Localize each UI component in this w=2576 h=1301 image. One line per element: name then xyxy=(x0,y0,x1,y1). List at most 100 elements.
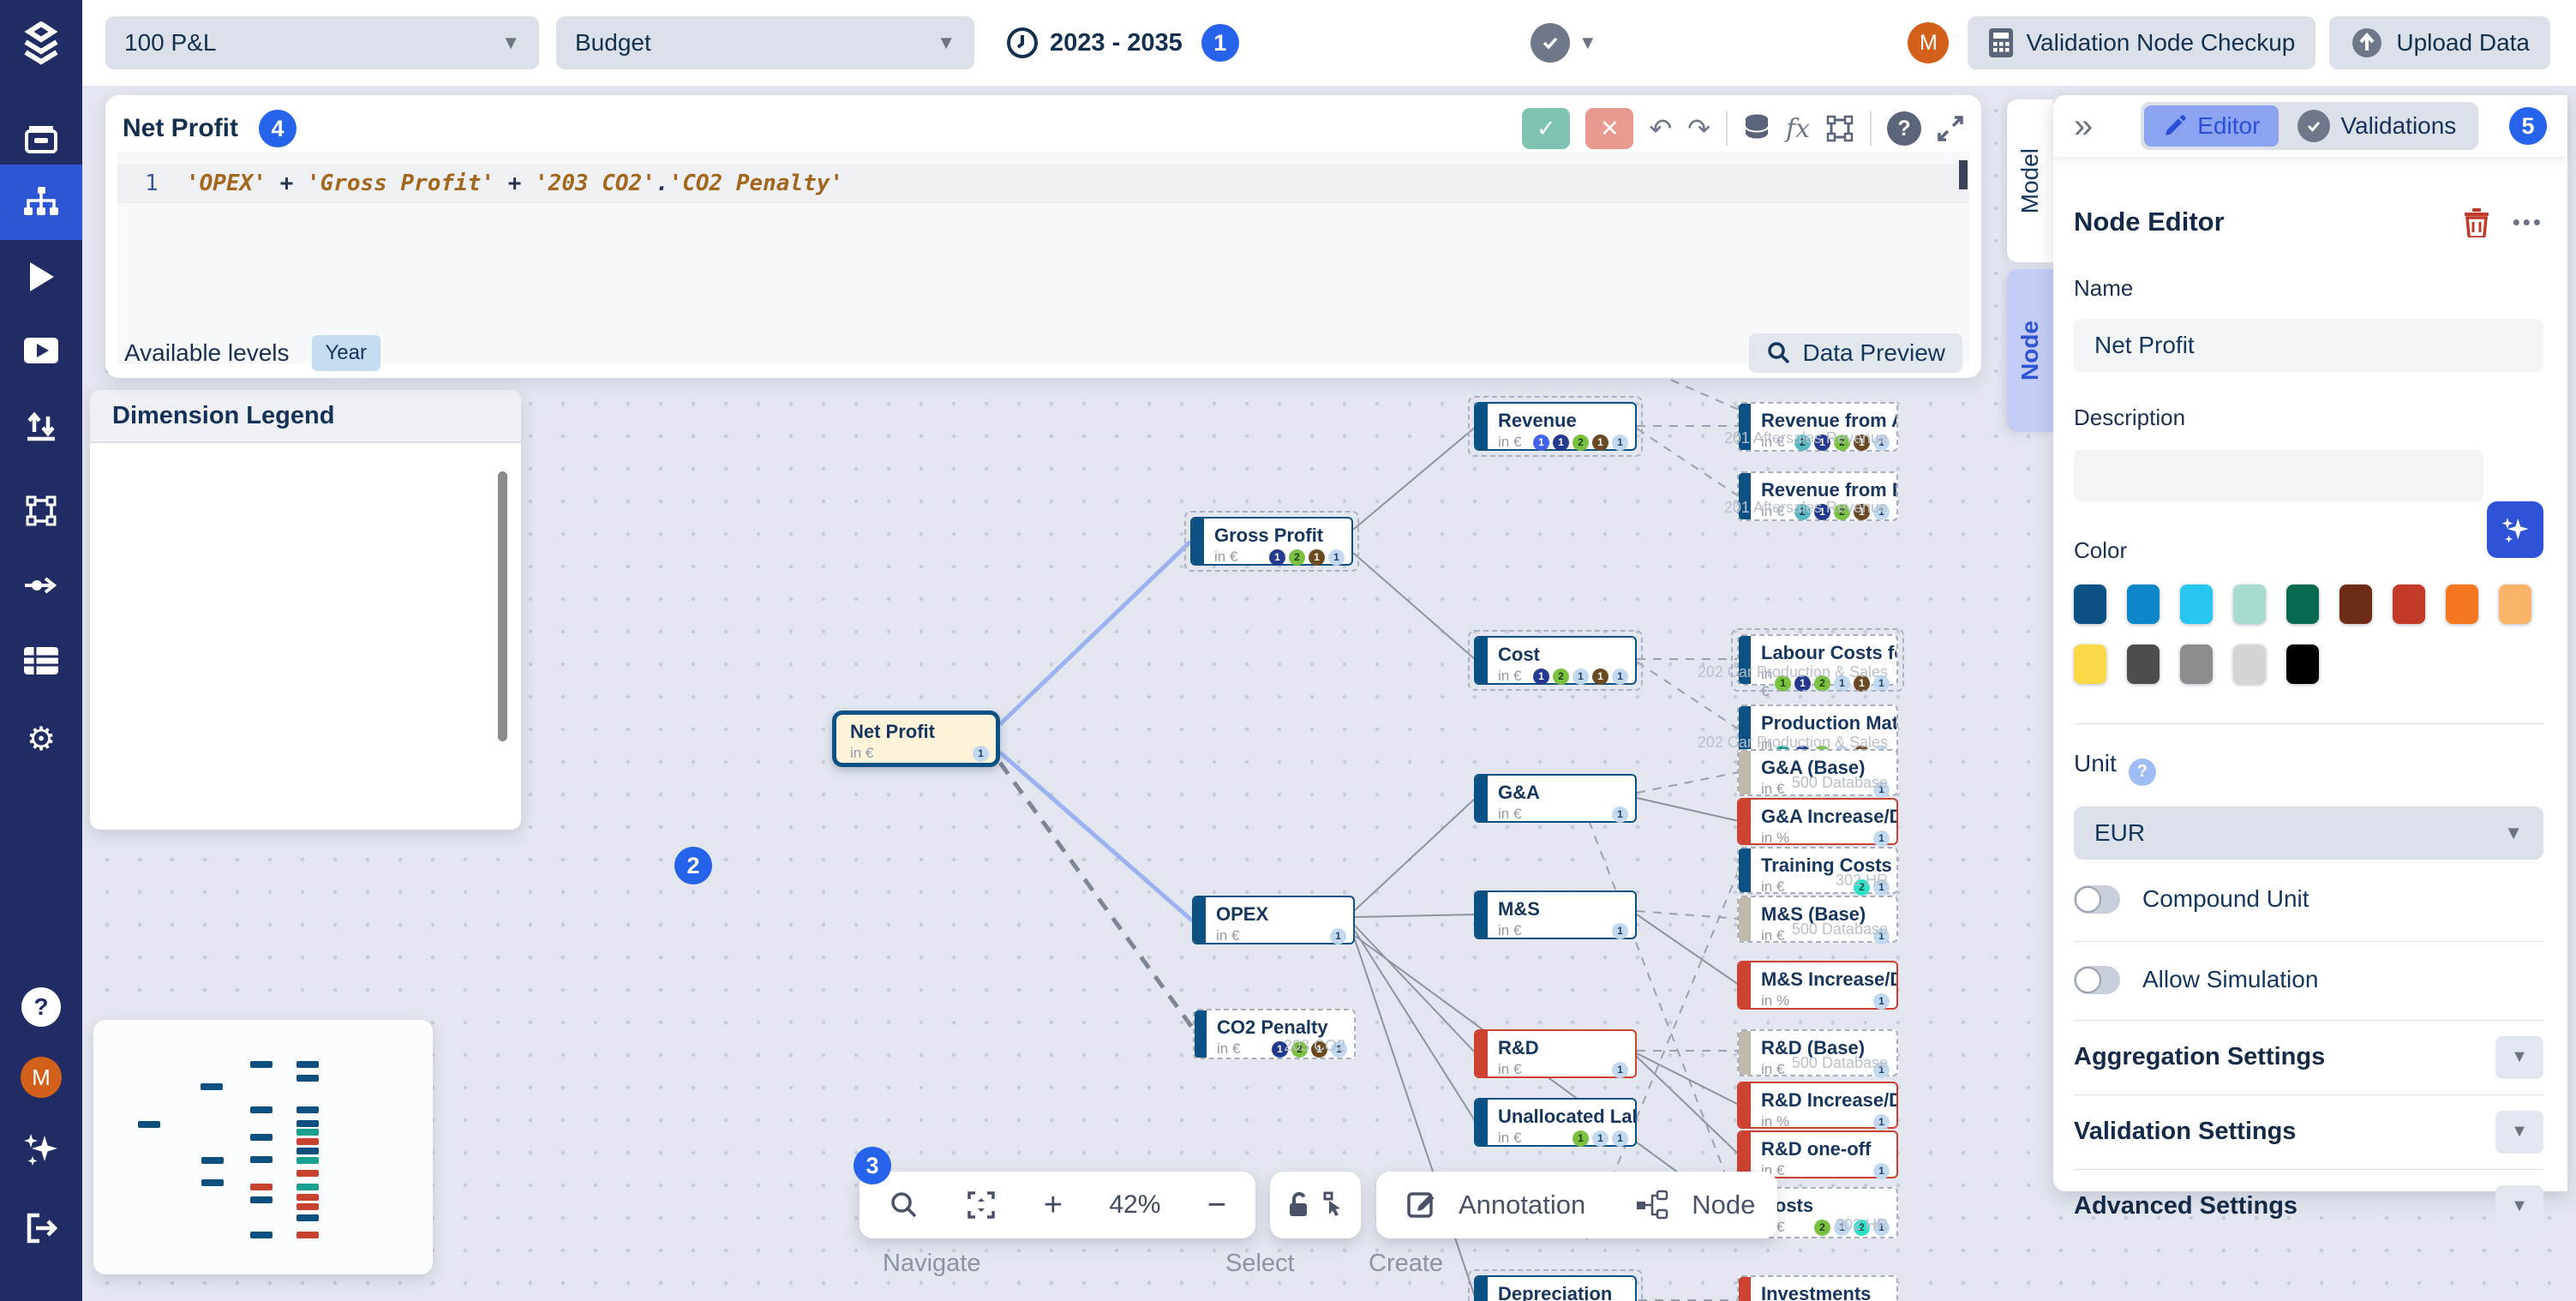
node-create-button[interactable]: Node xyxy=(1692,1190,1755,1220)
color-swatch[interactable] xyxy=(2180,645,2213,684)
sidebar-item-flows[interactable] xyxy=(0,549,82,622)
sidebar-item-tables[interactable] xyxy=(0,624,82,698)
graph-node[interactable]: Production Material Costsin €112111202 C… xyxy=(1737,704,1898,756)
zoom-level[interactable]: 42% xyxy=(1109,1190,1160,1220)
graph-node[interactable]: Net Profitin €1 xyxy=(832,710,1000,767)
graph-node[interactable]: CO2 Penaltyin €1211203 CO2 xyxy=(1193,1009,1356,1059)
graph-node[interactable]: Revenuein €11211 xyxy=(1474,402,1637,451)
graph-node[interactable]: Training Costsin €21302 HR xyxy=(1737,847,1898,894)
sidebar-user-avatar[interactable]: M xyxy=(0,1040,82,1114)
graph-node[interactable]: Depreciationin €11 xyxy=(1474,1275,1637,1301)
color-swatch[interactable] xyxy=(2339,585,2372,624)
graph-node[interactable]: Revenue from AS Servicein €21211201 Afte… xyxy=(1737,402,1898,452)
sidebar-item-ai-assistant[interactable] xyxy=(0,1112,82,1186)
function-icon[interactable]: fx xyxy=(1786,114,1810,144)
color-swatch[interactable] xyxy=(2286,585,2319,624)
node-select-cursor-icon[interactable] xyxy=(1318,1190,1345,1220)
expand-section-button[interactable]: ▼ xyxy=(2495,1185,2543,1228)
unit-select[interactable]: EUR ▼ xyxy=(2074,806,2543,860)
tab-model[interactable]: Model xyxy=(2007,99,2053,262)
color-swatch[interactable] xyxy=(2446,585,2478,624)
database-icon[interactable] xyxy=(1743,113,1770,144)
collapse-panel-icon[interactable]: » xyxy=(2074,112,2093,140)
sidebar-item-transform[interactable] xyxy=(0,474,82,548)
formula-cancel-button[interactable]: ✕ xyxy=(1585,108,1633,149)
tab-node[interactable]: Node xyxy=(2007,269,2053,432)
frame-icon[interactable] xyxy=(1825,114,1854,143)
graph-node[interactable]: G&A Increase/Decreasein %1 xyxy=(1737,798,1898,845)
redo-icon[interactable]: ↷ xyxy=(1687,112,1710,145)
sidebar-item-settings[interactable]: ⚙ xyxy=(0,703,82,776)
color-swatch[interactable] xyxy=(2180,585,2213,624)
formula-confirm-button[interactable]: ✓ xyxy=(1522,108,1570,149)
color-swatch[interactable] xyxy=(2499,585,2531,624)
tab-validations[interactable]: Validations xyxy=(2279,105,2475,147)
compound-unit-toggle[interactable] xyxy=(2074,885,2120,914)
validation-node-checkup-button[interactable]: Validation Node Checkup xyxy=(1968,16,2315,69)
sidebar-item-help[interactable]: ? xyxy=(0,970,82,1044)
undo-icon[interactable]: ↶ xyxy=(1649,112,1672,145)
zoom-in-button[interactable]: + xyxy=(1044,1189,1063,1221)
settings-section-row[interactable]: Validation Settings▼ xyxy=(2074,1111,2543,1154)
graph-node[interactable]: R&D Increase/Decreasein %1 xyxy=(1737,1082,1898,1129)
graph-node[interactable]: R&D (Base)in €1500 Database xyxy=(1737,1029,1898,1076)
expand-icon[interactable] xyxy=(1937,115,1964,142)
color-swatch[interactable] xyxy=(2127,645,2160,684)
sidebar-item-model[interactable] xyxy=(0,165,82,240)
formula-scrollbar[interactable] xyxy=(1959,160,1968,189)
formula-expression[interactable]: 'OPEX' + 'Gross Profit' + '203 CO2'.'CO2… xyxy=(186,171,843,196)
graph-node[interactable]: G&A (Base)in €1500 Database xyxy=(1737,749,1898,796)
fit-view-icon[interactable] xyxy=(966,1190,997,1220)
tab-editor[interactable]: Editor xyxy=(2144,105,2279,147)
color-swatch[interactable] xyxy=(2286,645,2319,684)
minimap[interactable] xyxy=(93,1020,433,1274)
sidebar-item-import-export[interactable] xyxy=(0,390,82,464)
legend-scrollbar[interactable] xyxy=(498,471,507,741)
graph-node[interactable]: Gross Profitin €1211 xyxy=(1190,517,1353,566)
delete-node-icon[interactable] xyxy=(2463,207,2490,237)
formula-help-icon[interactable]: ? xyxy=(1887,111,1921,146)
sidebar-item-logout[interactable] xyxy=(0,1191,82,1265)
expand-section-button[interactable]: ▼ xyxy=(2495,1111,2543,1154)
graph-node[interactable]: Unallocated Labour Costs (O…in €111 xyxy=(1474,1098,1637,1147)
more-options-icon[interactable]: ••• xyxy=(2513,209,2543,236)
description-input[interactable] xyxy=(2074,450,2483,501)
color-swatch[interactable] xyxy=(2233,645,2266,684)
graph-node[interactable]: M&Sin €1 xyxy=(1474,890,1637,939)
zoom-out-button[interactable]: − xyxy=(1207,1189,1226,1221)
search-icon[interactable] xyxy=(889,1190,920,1220)
ai-generate-button[interactable] xyxy=(2487,501,2543,558)
graph-node[interactable]: Costin €12111 xyxy=(1474,636,1637,685)
data-preview-button[interactable]: Data Preview xyxy=(1749,333,1962,373)
color-swatch[interactable] xyxy=(2127,585,2160,624)
graph-node[interactable]: M&S Increase/Decreasein %1 xyxy=(1737,961,1898,1010)
sidebar-item-simulation[interactable] xyxy=(0,240,82,314)
name-input[interactable] xyxy=(2074,319,2543,372)
graph-node[interactable]: G&Ain €1 xyxy=(1474,774,1637,823)
time-range-button[interactable]: 2023 - 2035 xyxy=(1005,26,1183,60)
color-swatch[interactable] xyxy=(2074,645,2106,684)
settings-section-row[interactable]: Advanced Settings▼ xyxy=(2074,1185,2543,1228)
graph-node[interactable]: R&Din €1 xyxy=(1474,1029,1637,1078)
color-swatch[interactable] xyxy=(2393,585,2425,624)
lock-icon[interactable] xyxy=(1285,1190,1313,1220)
upload-data-button[interactable]: Upload Data xyxy=(2329,16,2550,69)
graph-node[interactable]: Revenue from Part Salesin €21211201 Afte… xyxy=(1737,471,1898,521)
color-swatch[interactable] xyxy=(2233,585,2266,624)
dimension-badge: 1 xyxy=(1592,1130,1609,1147)
annotation-button[interactable]: Annotation xyxy=(1459,1190,1585,1220)
allow-simulation-toggle[interactable] xyxy=(2074,966,2120,994)
scenario-select[interactable]: Budget ▼ xyxy=(556,16,974,69)
expand-section-button[interactable]: ▼ xyxy=(2495,1036,2543,1079)
graph-node[interactable]: OPEXin €1 xyxy=(1192,896,1355,944)
color-swatch[interactable] xyxy=(2074,585,2106,624)
graph-node[interactable]: Investmentsin €11 xyxy=(1737,1275,1898,1301)
model-select[interactable]: 100 P&L ▼ xyxy=(105,16,539,69)
graph-node[interactable]: Labour Costs for Productionin €112111202… xyxy=(1737,634,1898,686)
topbar-avatar[interactable]: M xyxy=(1908,22,1949,63)
settings-section-row[interactable]: Aggregation Settings▼ xyxy=(2074,1036,2543,1079)
scenario-status-dropdown[interactable]: ▼ xyxy=(1531,23,1597,63)
graph-node[interactable]: M&S (Base)in €1500 Database xyxy=(1737,896,1898,943)
unit-help-icon[interactable]: ? xyxy=(2129,758,2156,786)
sidebar-item-presentation[interactable] xyxy=(0,314,82,387)
